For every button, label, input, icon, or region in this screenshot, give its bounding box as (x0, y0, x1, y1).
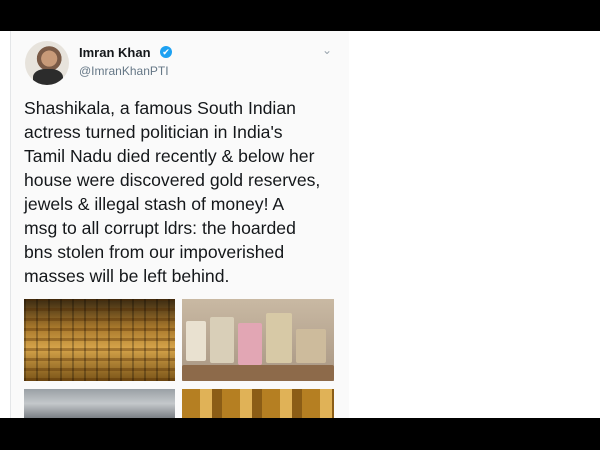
cash-bundle (296, 329, 326, 363)
author-handle[interactable]: @ImranKhanPTI (79, 64, 169, 78)
tweet-text: Shashikala, a famous South Indian actres… (24, 98, 321, 286)
tweet-card[interactable]: Imran Khan ✔ @ImranKhanPTI ⌄ Shashikala,… (10, 31, 350, 418)
cash-bundle (238, 323, 262, 365)
blank-right-pane (349, 31, 600, 418)
media-grid (24, 299, 334, 418)
media-image-gold-vault[interactable] (24, 299, 175, 381)
verified-badge-icon: ✔ (160, 46, 172, 58)
top-letterbox-bar (0, 0, 600, 31)
bottom-letterbox-bar (0, 418, 600, 450)
media-image-jewellery[interactable] (24, 389, 175, 418)
cash-bundle (210, 317, 234, 363)
media-image-cash-stacks[interactable] (182, 299, 334, 381)
cash-bundle (186, 321, 206, 361)
author-name[interactable]: Imran Khan (79, 45, 151, 60)
chevron-down-icon[interactable]: ⌄ (322, 43, 332, 57)
avatar[interactable] (25, 41, 69, 85)
box-edge (182, 365, 334, 381)
media-image-gold-bars[interactable] (182, 389, 334, 418)
cash-bundle (266, 313, 292, 363)
